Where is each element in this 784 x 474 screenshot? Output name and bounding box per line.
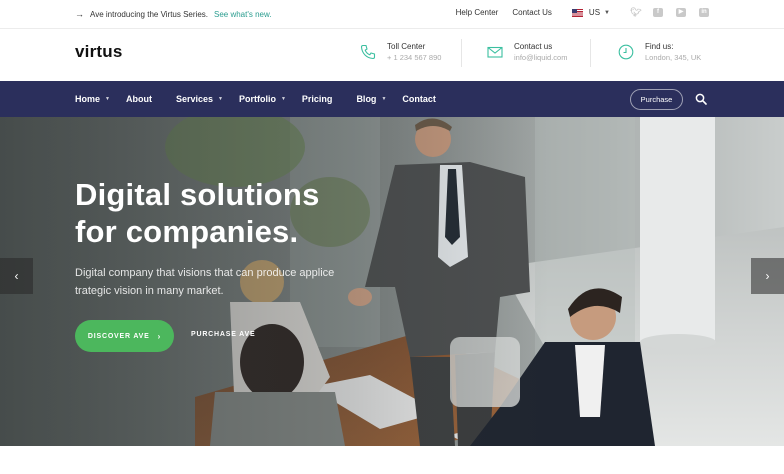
divider	[590, 39, 591, 67]
hero-title-line2: for companies.	[75, 214, 299, 249]
chevron-down-icon: ▼	[604, 9, 610, 16]
social-links: 🐦︎ f ▶ in	[630, 8, 709, 17]
purchase-button[interactable]: Purchase	[630, 89, 683, 110]
divider	[461, 39, 462, 67]
contact-detail: + 1 234 567 890	[387, 53, 442, 62]
slider-next-arrow[interactable]: ›	[751, 258, 784, 294]
nav-item-contact[interactable]: Contact	[402, 94, 436, 104]
chevron-down-icon: ▼	[381, 96, 387, 102]
nav-item-blog[interactable]: Blog ▼	[356, 94, 386, 104]
contact-us-link[interactable]: Contact Us	[512, 8, 552, 17]
chevron-down-icon: ▼	[280, 96, 286, 102]
top-bar-right: Help Center Contact Us US ▼ 🐦︎ f ▶ in	[456, 8, 709, 17]
top-bar: → Ave introducing the Virtus Series. See…	[0, 0, 784, 29]
nav-item-label: Home	[75, 94, 101, 104]
announcement: → Ave introducing the Virtus Series. See…	[75, 9, 272, 19]
chevron-right-icon: ›	[765, 269, 770, 283]
language-selector[interactable]: US ▼	[571, 8, 610, 17]
chevron-down-icon: ▼	[218, 96, 223, 102]
hero-subtitle-line2: trategic vision in many market.	[75, 285, 224, 297]
language-label: US	[588, 8, 601, 17]
help-center-link[interactable]: Help Center	[456, 8, 499, 17]
hero-slider: Digital solutions for companies. Digital…	[0, 117, 784, 446]
contact-toll-center: Toll Center + 1 234 567 890	[360, 42, 441, 62]
main-nav: Home ▼ About Services ▼ Portfolio ▼ Pricing…	[0, 81, 784, 117]
logo[interactable]: virtus	[75, 42, 123, 62]
twitter-icon[interactable]: 🐦︎	[630, 8, 641, 17]
phone-icon	[360, 44, 376, 60]
page-below-hero	[0, 446, 784, 474]
nav-item-label: Blog	[356, 94, 377, 104]
contact-title: Contact us	[514, 42, 553, 51]
envelope-icon	[487, 46, 503, 58]
us-flag-icon	[571, 8, 583, 17]
linkedin-icon[interactable]: in	[699, 8, 709, 17]
arrow-right-icon: →	[75, 9, 84, 19]
nav-item-home[interactable]: Home ▼	[75, 94, 110, 104]
announcement-text: Ave introducing the Virtus Series.	[90, 9, 208, 19]
nav-item-portfolio[interactable]: Portfolio ▼	[239, 94, 286, 104]
search-icon[interactable]	[695, 93, 707, 105]
discover-button[interactable]: DISCOVER AVE ›	[75, 320, 174, 352]
nav-item-label: Pricing	[301, 94, 333, 104]
nav-item-label: Services	[175, 94, 214, 104]
hero-subtitle: Digital company that visions that can pr…	[75, 264, 355, 300]
nav-menu: Home ▼ About Services ▼ Portfolio ▼ Pricing…	[75, 81, 436, 117]
youtube-icon[interactable]: ▶	[676, 8, 686, 17]
nav-item-label: Contact	[402, 94, 436, 104]
chevron-right-icon: ›	[157, 331, 162, 341]
contact-title: Toll Center	[387, 42, 426, 51]
clock-icon	[618, 44, 634, 60]
hero-subtitle-line1: Digital company that visions that can pr…	[75, 267, 335, 279]
nav-item-pricing[interactable]: Pricing	[302, 94, 333, 104]
hero-title-line1: Digital solutions	[75, 177, 320, 212]
facebook-icon[interactable]: f	[653, 8, 663, 17]
nav-item-services[interactable]: Services ▼	[176, 94, 223, 104]
discover-button-label: DISCOVER AVE	[87, 332, 150, 340]
slider-prev-arrow[interactable]: ‹	[0, 258, 33, 294]
contact-location: Find us: London, 345, UK	[618, 42, 701, 62]
site-header: virtus Toll Center + 1 234 567 890 Conta…	[0, 29, 784, 81]
purchase-ave-button[interactable]: PURCHASE AVE	[191, 331, 255, 338]
contact-title: Find us:	[645, 42, 674, 51]
nav-item-label: Portfolio	[238, 94, 276, 104]
chevron-left-icon: ‹	[14, 269, 19, 283]
contact-email: Contact us info@liquid.com	[487, 42, 567, 62]
contact-detail: info@liquid.com	[514, 53, 568, 62]
nav-item-label: About	[125, 94, 152, 104]
chevron-down-icon: ▼	[105, 96, 110, 102]
nav-item-about[interactable]: About	[126, 94, 152, 104]
announcement-link[interactable]: See what's new.	[214, 10, 272, 19]
contact-detail: London, 345, UK	[645, 53, 702, 62]
hero-title: Digital solutions for companies.	[75, 176, 375, 250]
